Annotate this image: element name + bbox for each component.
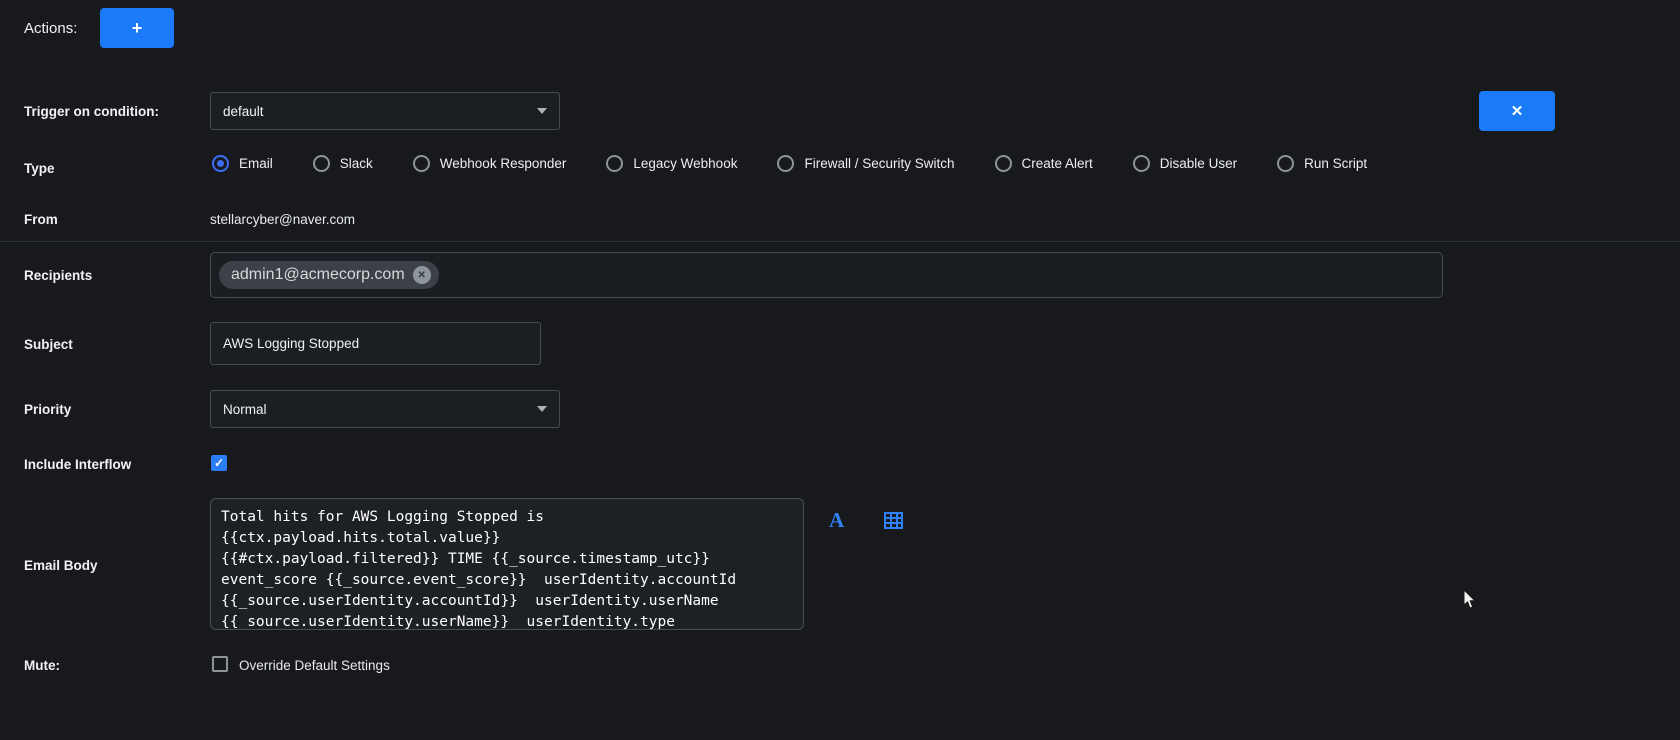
mute-label: Mute: xyxy=(24,658,60,673)
close-icon: ✕ xyxy=(1511,104,1524,119)
table-icon[interactable] xyxy=(884,512,903,532)
radio-icon xyxy=(413,155,430,172)
trigger-condition-value: default xyxy=(223,104,264,119)
radio-icon xyxy=(777,155,794,172)
type-radio-group: Email Slack Webhook Responder Legacy Web… xyxy=(212,155,1367,172)
recipients-label: Recipients xyxy=(24,268,92,283)
type-label: Type xyxy=(24,161,55,176)
priority-dropdown[interactable]: Normal xyxy=(210,390,560,428)
type-option-email[interactable]: Email xyxy=(212,155,273,172)
radio-icon xyxy=(1277,155,1294,172)
section-divider xyxy=(0,241,1680,242)
type-option-create-alert[interactable]: Create Alert xyxy=(995,155,1093,172)
radio-icon xyxy=(606,155,623,172)
mute-override-checkbox[interactable] xyxy=(212,656,228,672)
email-body-textarea[interactable]: Total hits for AWS Logging Stopped is {{… xyxy=(210,498,804,630)
type-option-legacy-webhook[interactable]: Legacy Webhook xyxy=(606,155,737,172)
email-body-label: Email Body xyxy=(24,558,98,573)
type-option-slack[interactable]: Slack xyxy=(313,155,373,172)
radio-icon xyxy=(1133,155,1150,172)
trigger-condition-label: Trigger on condition: xyxy=(24,104,159,119)
include-interflow-label: Include Interflow xyxy=(24,457,131,472)
chip-remove-icon[interactable]: ✕ xyxy=(413,266,431,284)
type-option-webhook-responder[interactable]: Webhook Responder xyxy=(413,155,567,172)
recipient-chip-text: admin1@acmecorp.com xyxy=(231,266,405,284)
plus-icon: + xyxy=(132,19,143,37)
from-value: stellarcyber@naver.com xyxy=(210,212,355,227)
radio-icon xyxy=(212,155,229,172)
subject-input[interactable]: AWS Logging Stopped xyxy=(210,322,541,365)
trigger-condition-dropdown[interactable]: default xyxy=(210,92,560,130)
add-action-button[interactable]: + xyxy=(100,8,174,48)
type-option-run-script[interactable]: Run Script xyxy=(1277,155,1367,172)
chevron-down-icon xyxy=(537,108,547,114)
type-option-firewall-security-switch[interactable]: Firewall / Security Switch xyxy=(777,155,954,172)
radio-icon xyxy=(313,155,330,172)
type-option-disable-user[interactable]: Disable User xyxy=(1133,155,1237,172)
mouse-cursor xyxy=(1463,590,1477,613)
actions-header-label: Actions: xyxy=(24,20,77,37)
radio-icon xyxy=(995,155,1012,172)
subject-value: AWS Logging Stopped xyxy=(223,336,359,351)
subject-label: Subject xyxy=(24,337,73,352)
chevron-down-icon xyxy=(537,406,547,412)
from-label: From xyxy=(24,212,58,227)
include-interflow-checkbox[interactable] xyxy=(211,455,227,471)
font-format-icon[interactable]: A xyxy=(829,508,844,533)
mute-override-label: Override Default Settings xyxy=(239,658,390,673)
recipient-chip: admin1@acmecorp.com ✕ xyxy=(219,261,439,289)
priority-value: Normal xyxy=(223,402,267,417)
remove-action-button[interactable]: ✕ xyxy=(1479,91,1555,131)
recipients-input[interactable]: admin1@acmecorp.com ✕ xyxy=(210,252,1443,298)
priority-label: Priority xyxy=(24,402,71,417)
